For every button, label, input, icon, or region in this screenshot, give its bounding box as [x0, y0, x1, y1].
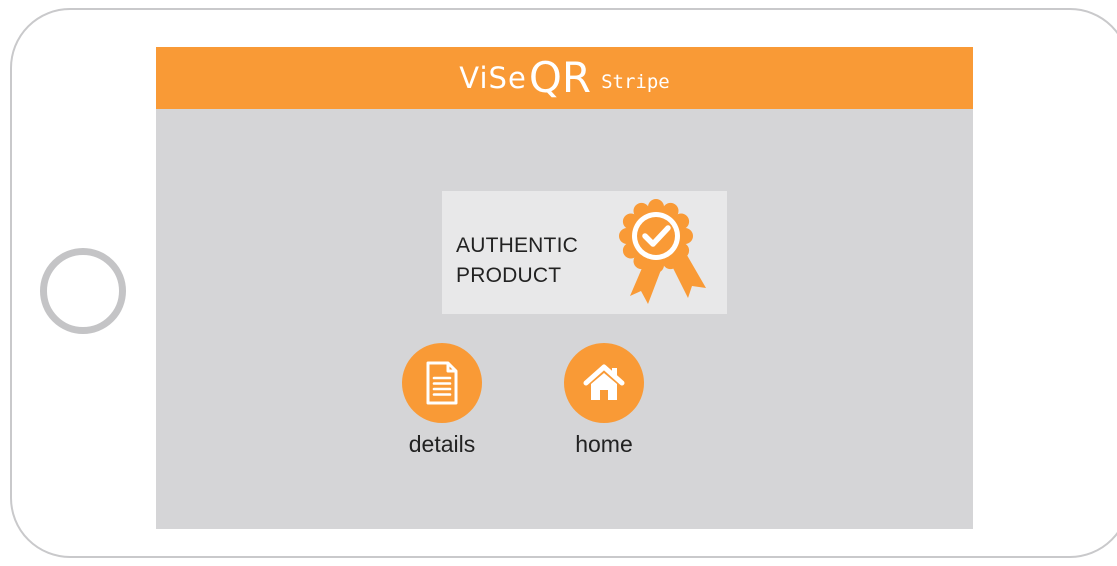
app-screen: ViSe QR Stripe AUTHENTIC PRODUCT details…: [156, 47, 973, 529]
logo-text-vise: ViSe: [459, 61, 527, 95]
phone-home-button[interactable]: [40, 248, 126, 334]
logo-text-qr: QR: [528, 53, 592, 102]
status-line-2: PRODUCT: [456, 264, 562, 287]
details-icon-circle[interactable]: [402, 343, 482, 423]
home-label[interactable]: home: [544, 429, 664, 459]
authentication-status-text: AUTHENTIC PRODUCT: [456, 231, 578, 291]
home-button[interactable]: home: [544, 343, 664, 459]
status-line-1: AUTHENTIC: [456, 234, 578, 257]
details-button[interactable]: details: [382, 343, 502, 459]
award-ribbon-check-icon: [619, 199, 706, 304]
app-header: ViSe QR Stripe: [156, 47, 973, 109]
authentication-result-card: AUTHENTIC PRODUCT: [442, 191, 727, 314]
home-icon-circle[interactable]: [564, 343, 644, 423]
logo-text-stripe: Stripe: [601, 71, 670, 93]
details-label[interactable]: details: [382, 429, 502, 459]
app-logo: ViSe QR Stripe: [459, 56, 669, 100]
house-icon: [583, 364, 625, 400]
document-icon: [426, 361, 458, 405]
